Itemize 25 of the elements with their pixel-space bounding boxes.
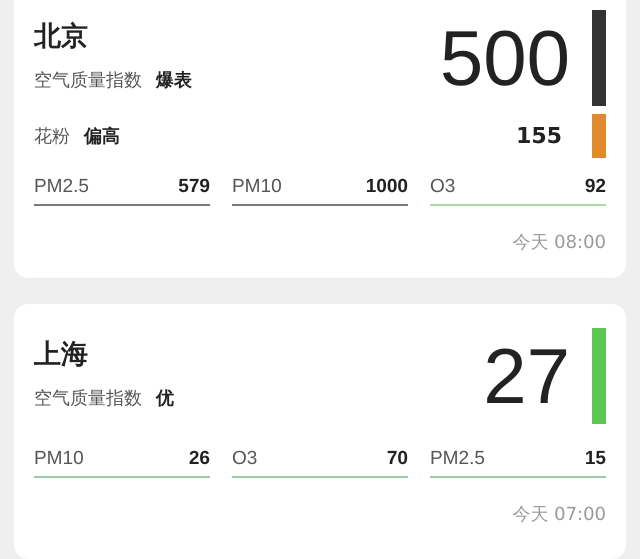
pollen-value: 155 (516, 124, 562, 148)
city-name: 上海 (34, 338, 89, 372)
aqi-value: 27 (483, 331, 570, 422)
pollutant-name: PM10 (232, 176, 282, 198)
pollutant-value: 92 (584, 176, 606, 198)
pollutant-value: 579 (178, 176, 210, 198)
city-name: 北京 (34, 20, 89, 54)
pollutant-name: O3 (232, 448, 258, 470)
update-time: 今天 07:00 (512, 503, 606, 526)
pollen-level: 偏高 (84, 125, 120, 148)
pollen-label: 花粉 (34, 125, 70, 148)
index-label: 空气质量指数 (34, 69, 142, 92)
pollutant-name: O3 (430, 176, 456, 198)
index-level: 优 (156, 387, 174, 410)
pollutant-value: 15 (584, 448, 606, 470)
pollutant-name: PM2.5 (430, 448, 485, 470)
update-time: 今天 08:00 (512, 231, 606, 254)
index-level: 爆表 (156, 69, 192, 92)
pollutant-name: PM10 (34, 448, 84, 470)
pollutant-value: 1000 (366, 176, 408, 198)
pollutant-value: 70 (386, 448, 408, 470)
pollutant-name: PM2.5 (34, 176, 89, 198)
pollutant-value: 26 (188, 448, 210, 470)
aqi-value: 500 (440, 13, 570, 104)
index-label: 空气质量指数 (34, 387, 142, 410)
